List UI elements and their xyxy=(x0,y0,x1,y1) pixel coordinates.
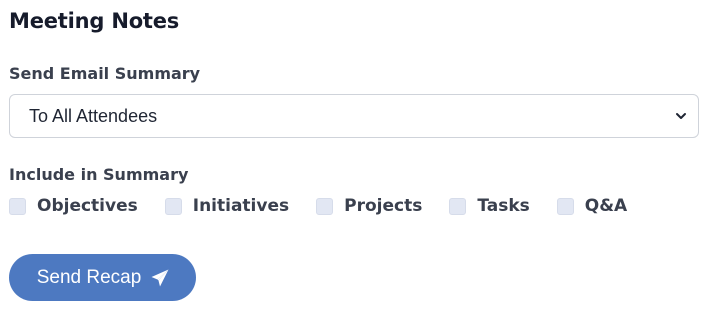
chevron-down-icon xyxy=(674,109,688,123)
email-summary-select[interactable]: To All Attendees xyxy=(9,94,699,138)
email-summary-selected-value: To All Attendees xyxy=(29,105,158,126)
qa-label: Q&A xyxy=(584,196,628,216)
option-initiatives[interactable]: Initiatives xyxy=(164,196,290,216)
meeting-notes-form: Meeting Notes Send Email Summary To All … xyxy=(9,6,699,301)
objectives-label: Objectives xyxy=(37,196,138,216)
initiatives-label: Initiatives xyxy=(192,196,290,216)
tasks-checkbox[interactable] xyxy=(449,197,467,215)
initiatives-checkbox[interactable] xyxy=(164,197,182,215)
projects-checkbox[interactable] xyxy=(316,197,334,215)
option-tasks[interactable]: Tasks xyxy=(449,196,530,216)
option-projects[interactable]: Projects xyxy=(316,196,422,216)
send-recap-button[interactable]: Send Recap xyxy=(9,254,196,301)
include-options-group: Objectives Initiatives Projects Tasks Q&… xyxy=(9,193,699,219)
include-summary-label: Include in Summary xyxy=(9,165,189,184)
paper-plane-icon xyxy=(150,268,170,288)
email-summary-label: Send Email Summary xyxy=(9,64,201,83)
send-recap-label: Send Recap xyxy=(36,266,142,288)
projects-label: Projects xyxy=(344,196,423,216)
objectives-checkbox[interactable] xyxy=(9,197,26,215)
option-qa[interactable]: Q&A xyxy=(556,196,628,216)
qa-checkbox[interactable] xyxy=(556,197,574,215)
option-objectives[interactable]: Objectives xyxy=(9,196,138,216)
tasks-label: Tasks xyxy=(477,196,530,216)
page-title: Meeting Notes xyxy=(9,9,180,33)
